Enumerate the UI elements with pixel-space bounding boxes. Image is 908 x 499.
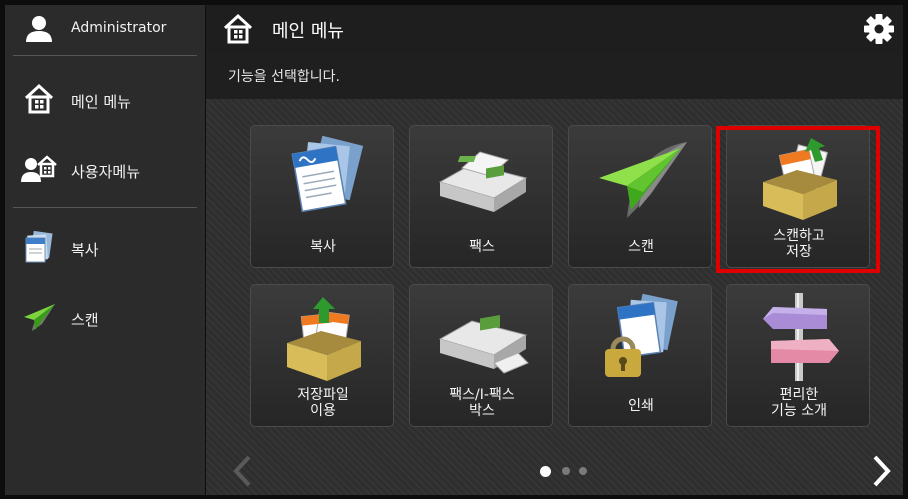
home-icon bbox=[21, 81, 57, 117]
page-indicator[interactable] bbox=[579, 467, 587, 475]
sidebar-item-label: 메인 메뉴 bbox=[71, 93, 131, 111]
page-navigation bbox=[206, 447, 903, 495]
users-icon bbox=[21, 151, 57, 187]
tile-label: 박스 bbox=[469, 403, 495, 419]
chevron-right-icon bbox=[873, 455, 891, 487]
scan-to-box-icon bbox=[749, 134, 849, 224]
instruction-text: 기능을 선택합니다. bbox=[228, 69, 340, 85]
next-page-button[interactable] bbox=[864, 447, 900, 495]
sidebar-item-copy[interactable]: 복사 bbox=[5, 223, 205, 273]
tile-label: 이용 bbox=[310, 403, 336, 419]
tile-scan-and-store[interactable]: 스캔하고 저장 bbox=[726, 125, 870, 268]
divider bbox=[13, 55, 197, 56]
page-indicator[interactable] bbox=[562, 467, 570, 475]
tile-copy[interactable]: 복사 bbox=[250, 125, 394, 268]
copy-icon bbox=[21, 229, 57, 265]
tile-stored-files[interactable]: 저장파일 이용 bbox=[250, 284, 394, 427]
tile-label: 편리한 bbox=[779, 387, 819, 403]
header-bar: 메인 메뉴 bbox=[206, 5, 903, 53]
user-icon bbox=[21, 11, 57, 47]
sidebar-item-label: 스캔 bbox=[71, 311, 99, 329]
tile-label: 팩스 bbox=[469, 239, 495, 255]
fax-machine-icon bbox=[432, 134, 532, 224]
scan-icon bbox=[21, 299, 57, 335]
sidebar-item-label: 사용자메뉴 bbox=[71, 163, 141, 181]
gear-icon[interactable] bbox=[863, 13, 895, 45]
device-screen: Administrator 메인 메뉴 사용자메뉴 복사 스캔 메인 메뉴 기능… bbox=[0, 0, 908, 499]
stored-files-box-icon bbox=[273, 293, 373, 383]
page-title: 메인 메뉴 bbox=[272, 21, 344, 42]
sidebar-item-user-menu[interactable]: 사용자메뉴 bbox=[5, 145, 205, 195]
previous-page-button[interactable] bbox=[224, 447, 260, 495]
user-name: Administrator bbox=[71, 20, 167, 36]
tile-feature-guide[interactable]: 편리한 기능 소개 bbox=[726, 284, 870, 427]
paper-plane-icon bbox=[591, 134, 691, 224]
tile-label: 인쇄 bbox=[628, 398, 654, 414]
sidebar-item-label: 복사 bbox=[71, 241, 99, 259]
tile-fax-box[interactable]: 팩스/I-팩스 박스 bbox=[409, 284, 553, 427]
chevron-left-icon bbox=[233, 455, 251, 487]
tile-label: 팩스/I-팩스 bbox=[449, 387, 515, 403]
fax-box-icon bbox=[432, 293, 532, 383]
tile-label: 복사 bbox=[310, 239, 336, 255]
divider bbox=[13, 207, 197, 208]
tile-label: 저장파일 bbox=[297, 387, 349, 403]
tile-fax[interactable]: 팩스 bbox=[409, 125, 553, 268]
tile-label: 스캔하고 bbox=[773, 228, 825, 244]
main-panel: 메인 메뉴 기능을 선택합니다. 복사 팩스 스캔 스캔하고 저장 저장파일 이… bbox=[206, 5, 903, 495]
copy-documents-icon bbox=[273, 134, 373, 224]
signpost-icon bbox=[749, 293, 849, 383]
page-indicator-active[interactable] bbox=[540, 466, 551, 477]
tile-label: 저장 bbox=[786, 244, 812, 260]
sidebar-item-scan[interactable]: 스캔 bbox=[5, 293, 205, 343]
tile-scan[interactable]: 스캔 bbox=[568, 125, 712, 268]
tile-print[interactable]: 인쇄 bbox=[568, 284, 712, 427]
tile-label: 기능 소개 bbox=[771, 403, 827, 419]
secure-print-icon bbox=[591, 293, 691, 383]
sidebar-item-main-menu[interactable]: 메인 메뉴 bbox=[5, 75, 205, 125]
sidebar: Administrator 메인 메뉴 사용자메뉴 복사 스캔 bbox=[5, 5, 205, 495]
instruction-bar: 기능을 선택합니다. bbox=[206, 53, 903, 99]
user-account[interactable]: Administrator bbox=[5, 5, 205, 53]
tile-label: 스캔 bbox=[628, 239, 654, 255]
home-icon bbox=[222, 13, 254, 45]
